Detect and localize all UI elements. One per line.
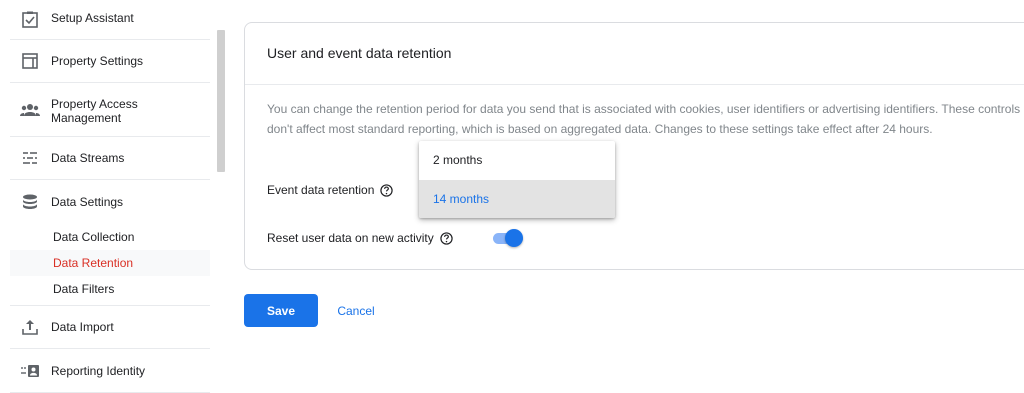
sidebar-scrollbar[interactable] <box>217 30 225 172</box>
sidebar-item-label: Property Access Management <box>51 97 138 125</box>
reset-user-data-toggle[interactable] <box>491 228 525 248</box>
sidebar-item-label: Reporting Identity <box>51 364 146 378</box>
reset-user-data-label: Reset user data on new activity <box>267 231 434 245</box>
data-retention-card: User and event data retention You can ch… <box>244 22 1024 270</box>
event-retention-row: Event data retention <box>267 183 394 197</box>
event-retention-label: Event data retention <box>267 183 375 197</box>
people-icon <box>20 100 40 120</box>
cancel-button[interactable]: Cancel <box>326 294 386 327</box>
sidebar-item-label: Property Settings <box>51 54 144 68</box>
dropdown-option-14-months[interactable]: 14 months <box>419 180 615 218</box>
identity-icon <box>20 361 40 381</box>
card-description: You can change the retention period for … <box>267 102 1021 136</box>
help-icon[interactable] <box>440 231 453 245</box>
sidebar-subitem-label: Data Filters <box>53 282 115 296</box>
sidebar-item-property-access-management[interactable]: Property Access Management <box>10 83 210 137</box>
sidebar-subitem-label: Data Collection <box>53 230 135 244</box>
sidebar-item-data-settings[interactable]: Data Settings <box>10 180 210 224</box>
dropdown-option-2-months[interactable]: 2 months <box>419 141 615 179</box>
dropdown-option-label: 14 months <box>433 192 490 206</box>
sidebar-item-label: Setup Assistant <box>51 11 134 25</box>
sidebar-subitem-data-retention[interactable]: Data Retention <box>10 250 210 276</box>
sidebar-item-label: Data Settings <box>51 195 124 209</box>
card-divider <box>245 84 1024 85</box>
sidebar-item-label: Data Streams <box>51 151 125 165</box>
sidebar: Setup Assistant Property Settings Proper… <box>0 0 230 393</box>
layout-icon <box>20 51 40 71</box>
checkbox-icon <box>20 10 40 30</box>
streams-icon <box>20 148 40 168</box>
save-button[interactable]: Save <box>244 294 318 327</box>
dropdown-option-label: 2 months <box>433 153 483 167</box>
sidebar-item-property-settings[interactable]: Property Settings <box>10 40 210 83</box>
database-icon <box>20 192 40 212</box>
help-icon[interactable] <box>380 183 394 197</box>
sidebar-subitem-data-collection[interactable]: Data Collection <box>10 224 210 250</box>
sidebar-subitem-label: Data Retention <box>53 256 134 270</box>
sidebar-subitem-data-filters[interactable]: Data Filters <box>10 276 210 306</box>
upload-icon <box>20 317 40 337</box>
card-title: User and event data retention <box>267 45 452 61</box>
sidebar-item-reporting-identity[interactable]: Reporting Identity <box>10 349 210 393</box>
sidebar-item-data-import[interactable]: Data Import <box>10 306 210 349</box>
reset-user-data-row: Reset user data on new activity <box>267 231 453 245</box>
sidebar-item-data-streams[interactable]: Data Streams <box>10 137 210 180</box>
sidebar-item-label: Data Import <box>51 320 114 334</box>
event-retention-dropdown: 2 months 14 months <box>419 141 615 218</box>
sidebar-item-setup-assistant[interactable]: Setup Assistant <box>10 0 210 40</box>
toggle-thumb <box>505 229 523 247</box>
